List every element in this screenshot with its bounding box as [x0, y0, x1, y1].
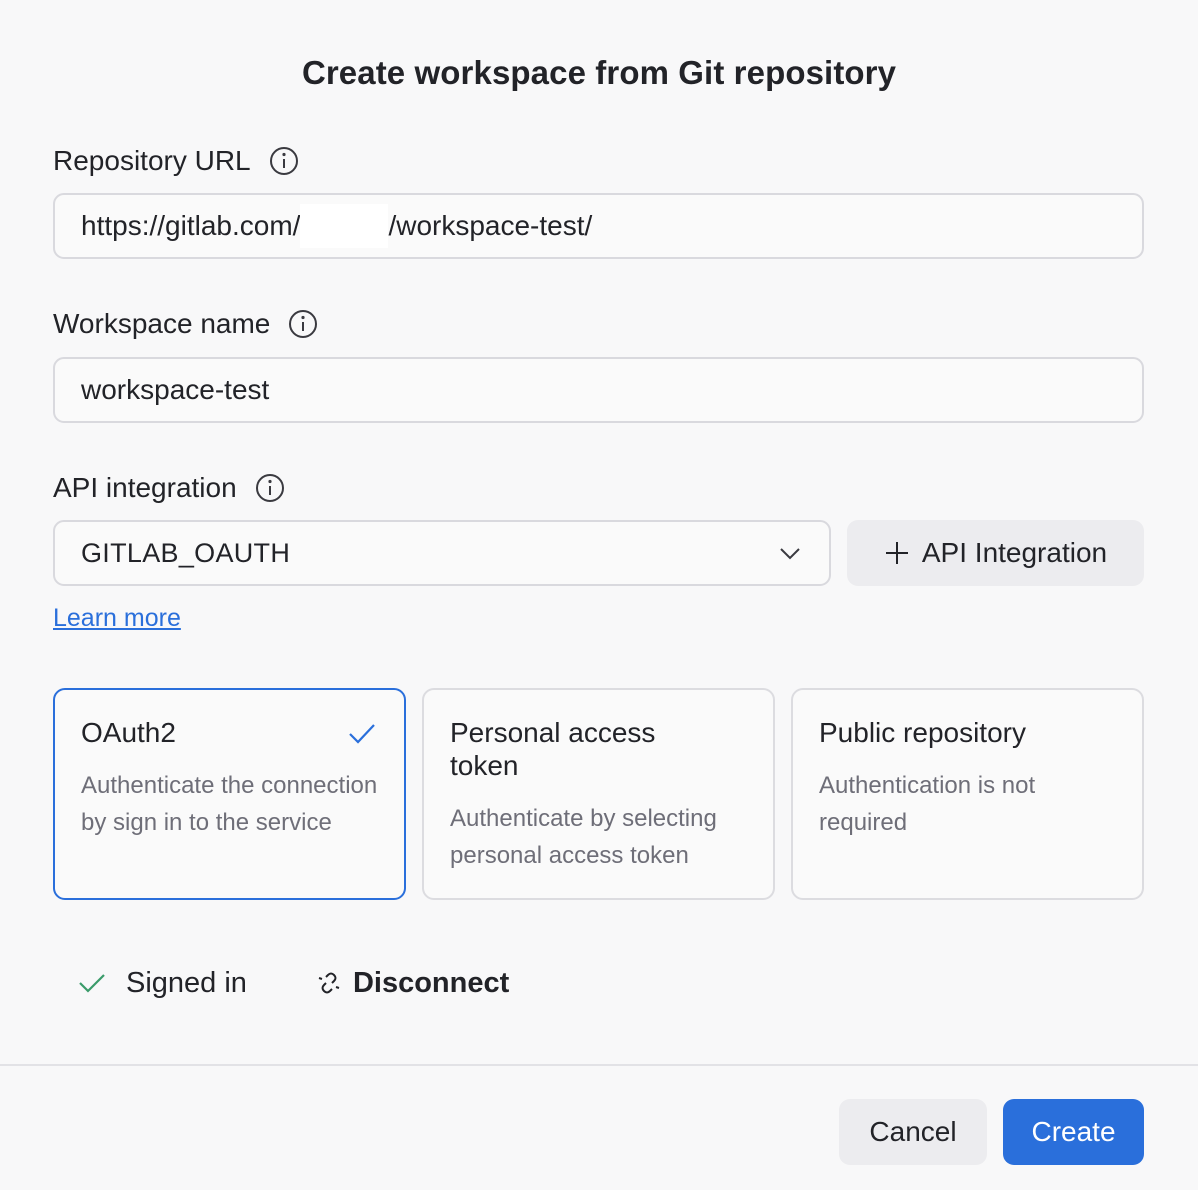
redacted-segment	[300, 204, 389, 248]
repository-url-label: Repository URL	[53, 145, 251, 176]
api-integration-selected-value: GITLAB_OAUTH	[81, 537, 291, 568]
add-api-integration-button[interactable]: API Integration	[847, 520, 1144, 586]
api-integration-label: API integration	[53, 472, 237, 503]
auth-option-title: OAuth2	[81, 717, 176, 748]
add-api-integration-label: API Integration	[921, 537, 1108, 568]
check-icon	[79, 974, 105, 993]
learn-more-link[interactable]: Learn more	[53, 604, 181, 633]
auth-option-oauth2[interactable]: OAuth2 Authenticate the connection by si…	[53, 688, 406, 900]
info-icon[interactable]	[269, 146, 299, 176]
api-integration-label-row: API integration	[53, 470, 285, 506]
signed-in-status: Signed in	[126, 966, 247, 999]
info-icon[interactable]	[255, 473, 285, 503]
chevron-down-icon	[780, 548, 800, 560]
auth-option-public-repository[interactable]: Public repository Authentication is not …	[791, 688, 1144, 900]
repository-url-prefix: https://gitlab.com/	[81, 210, 301, 241]
info-icon[interactable]	[288, 309, 318, 339]
api-integration-select[interactable]: GITLAB_OAUTH	[53, 520, 831, 586]
auth-option-title: Public repository	[819, 717, 1026, 748]
cancel-button[interactable]: Cancel	[839, 1099, 987, 1165]
footer-divider	[0, 1064, 1198, 1066]
auth-option-personal-access-token[interactable]: Personal access token Authenticate by se…	[422, 688, 775, 900]
auth-option-description: Authenticate by selecting personal acces…	[450, 805, 717, 869]
create-button[interactable]: Create	[1003, 1099, 1144, 1165]
dialog-title: Create workspace from Git repository	[301, 54, 897, 91]
repository-url-input[interactable]: https://gitlab.com/ /workspace-test/	[53, 193, 1144, 259]
auth-status-row: Signed in Disconnect	[78, 962, 509, 1004]
workspace-name-label-row: Workspace name	[53, 306, 318, 342]
workspace-name-label: Workspace name	[53, 308, 271, 339]
workspace-name-value: workspace-test	[81, 374, 270, 405]
disconnect-button[interactable]: Disconnect	[353, 967, 509, 1000]
auth-option-description: Authentication is not required	[819, 772, 1036, 836]
plus-icon	[885, 542, 908, 564]
repository-url-label-row: Repository URL	[53, 143, 299, 179]
repository-url-suffix: /workspace-test/	[388, 210, 593, 241]
auth-option-title: Personal access token	[450, 717, 656, 781]
workspace-name-input[interactable]: workspace-test	[53, 357, 1144, 423]
unlink-icon[interactable]	[315, 969, 343, 997]
check-icon	[349, 724, 375, 744]
create-workspace-dialog: Create workspace from Git repository Rep…	[0, 0, 1198, 1190]
auth-option-description: Authenticate the connection by sign in t…	[81, 772, 378, 836]
